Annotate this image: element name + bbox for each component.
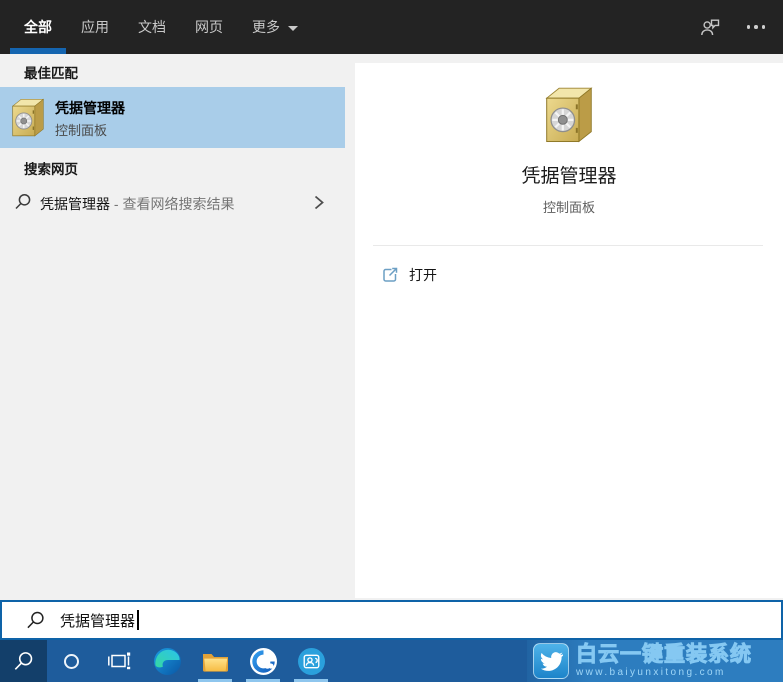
search-input[interactable]: 凭据管理器 <box>0 600 783 640</box>
result-title: 凭据管理器 <box>521 166 617 187</box>
contacts-icon <box>297 647 325 675</box>
tab-apps-label: 应用 <box>81 19 109 35</box>
windows-search-panel: 全部 应用 文档 网页 更多 最佳匹配 凭据管理器 控制面板 搜索网页 凭据管理… <box>0 0 783 682</box>
qq-browser-icon <box>249 647 277 675</box>
chevron-right-icon <box>314 195 324 210</box>
cortana-icon <box>63 653 79 669</box>
divider <box>373 245 763 246</box>
edge-browser-icon <box>153 647 181 675</box>
taskbar-cortana-button[interactable] <box>47 640 95 682</box>
tab-documents[interactable]: 文档 <box>138 0 166 54</box>
best-match-header: 最佳匹配 <box>24 66 78 81</box>
tab-more-label: 更多 <box>252 19 280 35</box>
search-icon <box>14 651 33 670</box>
open-action-row[interactable]: 打开 <box>373 257 763 293</box>
taskbar-qq-browser-button[interactable] <box>239 640 287 682</box>
tab-more[interactable]: 更多 <box>252 0 298 54</box>
tab-documents-label: 文档 <box>138 19 166 35</box>
search-results-pane: 最佳匹配 凭据管理器 控制面板 搜索网页 凭据管理器 - 查看网络搜索结果 <box>0 54 345 600</box>
search-icon <box>15 193 31 210</box>
web-search-result-text: 凭据管理器 - 查看网络搜索结果 <box>40 194 234 214</box>
tab-web[interactable]: 网页 <box>195 0 223 54</box>
search-icon <box>27 611 44 628</box>
result-subtitle: 控制面板 <box>542 200 595 215</box>
bird-icon <box>533 643 569 679</box>
search-input-value: 凭据管理器 <box>60 612 136 630</box>
taskbar: 白云一键重装系统 www.baiyunxitong.com <box>0 640 783 682</box>
watermark-title: 白云一键重装系统 <box>576 643 752 666</box>
result-detail-pane: 凭据管理器 控制面板 打开 <box>355 63 783 598</box>
tab-web-label: 网页 <box>195 19 223 35</box>
file-explorer-icon <box>202 654 228 672</box>
web-search-query: 凭据管理器 <box>40 196 110 212</box>
taskbar-search-button[interactable] <box>0 640 47 682</box>
tab-apps[interactable]: 应用 <box>81 0 109 54</box>
web-search-suffix: - 查看网络搜索结果 <box>110 196 235 212</box>
tab-all-label: 全部 <box>24 19 52 35</box>
open-action-label: 打开 <box>409 267 437 283</box>
best-match-result-row[interactable]: 凭据管理器 控制面板 <box>0 87 345 148</box>
task-view-icon <box>108 652 131 670</box>
search-filter-tabs-bar: 全部 应用 文档 网页 更多 <box>0 0 783 54</box>
feedback-icon[interactable] <box>700 17 721 38</box>
tab-all[interactable]: 全部 <box>10 0 66 54</box>
safe-icon <box>545 87 593 143</box>
taskbar-file-explorer-button[interactable] <box>191 640 239 682</box>
taskbar-task-view-button[interactable] <box>95 640 143 682</box>
taskbar-edge-button[interactable] <box>143 640 191 682</box>
more-options-icon[interactable] <box>746 25 765 29</box>
text-caret <box>137 610 139 630</box>
best-match-title: 凭据管理器 <box>55 100 125 116</box>
best-match-subtitle: 控制面板 <box>55 123 108 138</box>
open-external-icon <box>383 267 398 282</box>
watermark-url: www.baiyunxitong.com <box>576 667 726 678</box>
safe-icon <box>11 98 45 137</box>
watermark: 白云一键重装系统 www.baiyunxitong.com <box>527 640 783 682</box>
web-search-header: 搜索网页 <box>24 162 78 177</box>
chevron-down-icon <box>288 25 298 31</box>
web-search-result-row[interactable]: 凭据管理器 - 查看网络搜索结果 <box>0 180 345 224</box>
taskbar-contacts-button[interactable] <box>287 640 335 682</box>
